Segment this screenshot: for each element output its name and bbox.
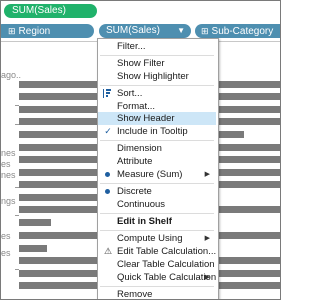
menu-item-quick-table-calculation[interactable]: Quick Table Calculation ▶ xyxy=(98,271,216,284)
bar-mark[interactable] xyxy=(19,219,51,226)
expand-plus-icon: ⊞ xyxy=(201,26,209,36)
menu-item-show-header[interactable]: Show Header xyxy=(98,112,216,125)
pill-context-menu: Filter... Show Filter Show Highlighter S… xyxy=(97,38,219,300)
column-pill-label: Sub-Category xyxy=(211,26,274,37)
menu-item-label: Format... xyxy=(117,101,156,112)
menu-item-label: Clear Table Calculation xyxy=(117,259,215,270)
menu-item-label: Edit in Shelf xyxy=(117,216,172,227)
selected-radio-dot-icon xyxy=(105,189,110,194)
menu-separator xyxy=(100,55,214,56)
menu-item-discrete[interactable]: Discrete xyxy=(98,185,216,198)
menu-item-show-filter[interactable]: Show Filter xyxy=(98,57,216,70)
bar-mark[interactable] xyxy=(19,194,109,201)
menu-separator xyxy=(100,230,214,231)
bar-mark[interactable] xyxy=(19,245,47,252)
submenu-arrow-icon: ▶ xyxy=(204,235,210,242)
menu-item-compute-using[interactable]: Compute Using ▶ xyxy=(98,232,216,245)
menu-item-label: Continuous xyxy=(117,199,166,210)
menu-item-sort[interactable]: Sort... xyxy=(98,87,216,100)
menu-separator xyxy=(100,286,214,287)
column-pill-label: Region xyxy=(18,26,51,37)
menu-item-dimension[interactable]: Dimension xyxy=(98,142,216,155)
row-header-label: ago.. xyxy=(1,70,22,80)
menu-separator xyxy=(100,213,214,214)
menu-item-label: Quick Table Calculation xyxy=(117,272,217,283)
menu-item-label: Remove xyxy=(117,289,153,300)
row-header-label: nes xyxy=(1,170,16,180)
menu-item-filter[interactable]: Filter... xyxy=(98,40,216,53)
menu-separator xyxy=(100,140,214,141)
menu-item-edit-in-shelf[interactable]: Edit in Shelf xyxy=(98,215,216,228)
row-header-label: es xyxy=(1,231,11,241)
row-header-label: ngs xyxy=(1,196,16,206)
menu-item-show-highlighter[interactable]: Show Highlighter xyxy=(98,70,216,83)
filter-pill-label: SUM(Sales) xyxy=(12,5,66,16)
submenu-arrow-icon: ▶ xyxy=(204,171,210,178)
menu-item-label: Dimension xyxy=(117,143,162,154)
menu-item-label: Sort... xyxy=(117,88,143,99)
menu-item-label: Filter... xyxy=(117,41,146,52)
row-header-label: nes xyxy=(1,148,16,158)
menu-separator xyxy=(100,183,214,184)
row-header-label: es xyxy=(1,159,11,169)
check-icon: ✓ xyxy=(104,126,112,136)
menu-item-label: Show Highlighter xyxy=(117,71,189,82)
column-pill-region[interactable]: ⊞ Region xyxy=(1,24,94,38)
tableau-view: SUM(Sales) ⊞ Region SUM(Sales) ▼ ⊞ Sub-Cat… xyxy=(0,0,281,300)
menu-item-label: Discrete xyxy=(117,186,152,197)
menu-item-continuous[interactable]: Continuous xyxy=(98,198,216,211)
axis-tick xyxy=(15,215,19,216)
menu-separator xyxy=(100,85,214,86)
menu-item-measure-sum[interactable]: Measure (Sum) ▶ xyxy=(98,168,216,181)
menu-item-label: Include in Tooltip xyxy=(117,126,188,137)
menu-item-remove[interactable]: Remove xyxy=(98,288,216,300)
menu-item-label: Compute Using xyxy=(117,233,183,244)
menu-item-label: Show Header xyxy=(117,113,175,124)
warning-icon: ⚠ xyxy=(103,246,113,256)
menu-item-label: Show Filter xyxy=(117,58,165,69)
menu-item-label: Attribute xyxy=(117,156,153,167)
menu-item-edit-table-calculation[interactable]: ⚠ Edit Table Calculation... xyxy=(98,245,216,258)
selected-radio-dot-icon xyxy=(105,172,110,177)
filter-pill-sum-sales[interactable]: SUM(Sales) xyxy=(4,4,97,18)
menu-item-attribute[interactable]: Attribute xyxy=(98,155,216,168)
column-pill-sub-category[interactable]: ⊞ Sub-Category xyxy=(195,24,280,38)
submenu-arrow-icon: ▶ xyxy=(204,274,210,281)
column-pill-sum-sales[interactable]: SUM(Sales) ▼ xyxy=(99,24,191,38)
menu-item-include-in-tooltip[interactable]: ✓ Include in Tooltip xyxy=(98,125,216,138)
menu-item-clear-table-calculation[interactable]: Clear Table Calculation xyxy=(98,258,216,271)
menu-item-label: Measure (Sum) xyxy=(117,169,183,180)
menu-item-label: Edit Table Calculation... xyxy=(117,246,217,257)
column-pill-label: SUM(Sales) xyxy=(106,25,160,36)
row-header-label: es xyxy=(1,248,11,258)
dropdown-caret-icon[interactable]: ▼ xyxy=(177,24,185,38)
sort-icon xyxy=(103,89,111,98)
expand-plus-icon: ⊞ xyxy=(8,26,16,36)
